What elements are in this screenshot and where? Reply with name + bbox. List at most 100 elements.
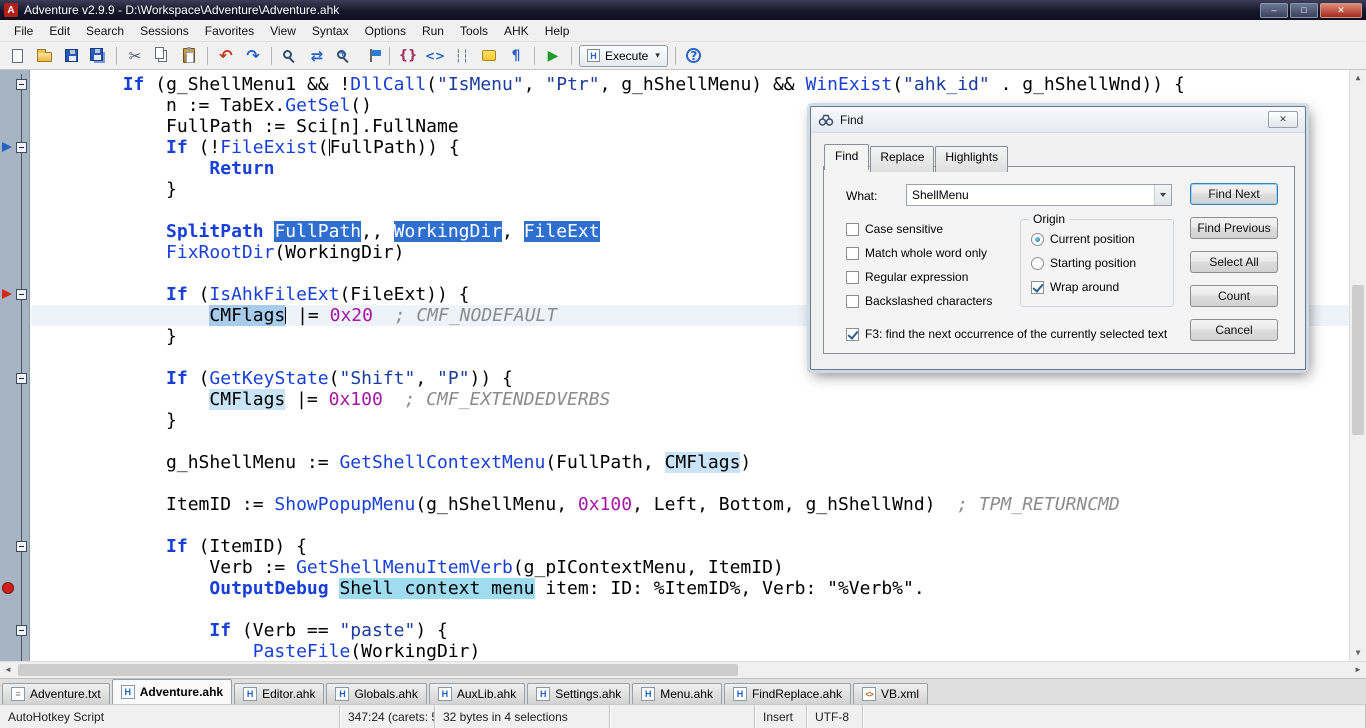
chevron-down-icon[interactable]: ▾ — [655, 50, 660, 61]
cut-button[interactable]: ✂ — [122, 44, 148, 68]
dialog-tab-find[interactable]: Find — [824, 144, 869, 170]
scroll-down-icon[interactable]: ▼ — [1350, 645, 1366, 661]
html-tags-button[interactable]: <> — [422, 44, 448, 68]
radio-current-position[interactable]: Current position — [1031, 232, 1136, 246]
code-line[interactable]: } — [0, 410, 1349, 431]
file-tab-settings-ahk[interactable]: HSettings.ahk — [527, 683, 630, 704]
line-gutter[interactable] — [0, 515, 31, 536]
execute-button[interactable]: HExecute▾ — [579, 45, 668, 67]
file-tab-adventure-ahk[interactable]: HAdventure.ahk — [112, 679, 232, 704]
radio-starting-position[interactable]: Starting position — [1031, 256, 1136, 270]
line-gutter[interactable] — [0, 452, 31, 473]
dialog-tab-replace[interactable]: Replace — [870, 146, 934, 172]
checkbox-match-whole-word-only[interactable]: Match whole word only — [846, 246, 992, 260]
menu-item-sessions[interactable]: Sessions — [132, 21, 197, 41]
redo-button[interactable]: ↷ — [240, 44, 266, 68]
horizontal-scroll-thumb[interactable] — [18, 664, 738, 676]
line-gutter[interactable] — [0, 473, 31, 494]
menu-item-syntax[interactable]: Syntax — [304, 21, 357, 41]
line-gutter[interactable] — [0, 620, 31, 641]
checkbox-wrap-around[interactable]: Wrap around — [1031, 280, 1136, 294]
menu-item-search[interactable]: Search — [78, 21, 132, 41]
dialog-tab-highlights[interactable]: Highlights — [935, 146, 1008, 172]
line-gutter[interactable] — [0, 158, 31, 179]
menu-item-favorites[interactable]: Favorites — [197, 21, 262, 41]
block-comment-button[interactable]: {} — [395, 44, 421, 68]
find-next-button[interactable]: Find Next — [1190, 183, 1278, 205]
line-gutter[interactable] — [0, 599, 31, 620]
code-line[interactable] — [0, 431, 1349, 452]
dialog-title-bar[interactable]: Find ✕ — [811, 107, 1305, 133]
menu-item-help[interactable]: Help — [537, 21, 578, 41]
line-gutter[interactable] — [0, 578, 31, 599]
line-gutter[interactable] — [0, 200, 31, 221]
line-gutter[interactable] — [0, 74, 31, 95]
vertical-scrollbar[interactable]: ▲ ▼ — [1349, 70, 1366, 661]
line-gutter[interactable] — [0, 410, 31, 431]
checkbox-backslashed-characters[interactable]: Backslashed characters — [846, 294, 992, 308]
show-whitespace-button[interactable] — [476, 44, 502, 68]
line-gutter[interactable] — [0, 305, 31, 326]
help-button[interactable]: ? — [681, 44, 707, 68]
scroll-left-icon[interactable]: ◄ — [0, 662, 16, 678]
line-gutter[interactable] — [0, 137, 31, 158]
save-file-button[interactable] — [58, 44, 84, 68]
line-gutter[interactable] — [0, 368, 31, 389]
toggle-bookmark-button[interactable] — [358, 44, 384, 68]
code-line[interactable] — [0, 473, 1349, 494]
line-gutter[interactable] — [0, 179, 31, 200]
undo-button[interactable]: ↶ — [213, 44, 239, 68]
find-previous-button[interactable]: Find Previous — [1190, 217, 1278, 239]
fold-toggle-icon[interactable] — [16, 142, 27, 153]
menu-item-run[interactable]: Run — [414, 21, 452, 41]
file-tab-findreplace-ahk[interactable]: HFindReplace.ahk — [724, 683, 851, 704]
line-gutter[interactable] — [0, 431, 31, 452]
fold-toggle-icon[interactable] — [16, 79, 27, 90]
checkbox-case-sensitive[interactable]: Case sensitive — [846, 222, 992, 236]
code-line[interactable]: If (Verb == "paste") { — [0, 620, 1349, 641]
code-line[interactable] — [0, 515, 1349, 536]
code-line[interactable]: g_hShellMenu := GetShellContextMenu(Full… — [0, 452, 1349, 473]
line-gutter[interactable] — [0, 494, 31, 515]
menu-item-options[interactable]: Options — [357, 21, 414, 41]
dialog-close-button[interactable]: ✕ — [1268, 111, 1298, 128]
scroll-right-icon[interactable]: ► — [1350, 662, 1366, 678]
run-button[interactable]: ▶ — [540, 44, 566, 68]
line-gutter[interactable] — [0, 389, 31, 410]
file-tab-globals-ahk[interactable]: HGlobals.ahk — [326, 683, 426, 704]
open-file-button[interactable] — [31, 44, 57, 68]
find-what-combobox[interactable]: ShellMenu — [906, 184, 1172, 206]
title-bar[interactable]: A Adventure v2.9.9 - D:\Workspace\Advent… — [0, 0, 1366, 20]
file-tab-auxlib-ahk[interactable]: HAuxLib.ahk — [429, 683, 525, 704]
menu-item-ahk[interactable]: AHK — [496, 21, 537, 41]
line-gutter[interactable] — [0, 95, 31, 116]
line-gutter[interactable] — [0, 326, 31, 347]
code-line[interactable]: OutputDebug Shell context menu item: ID:… — [0, 578, 1349, 599]
line-gutter[interactable] — [0, 242, 31, 263]
maximize-button[interactable]: □ — [1290, 3, 1318, 18]
vertical-scroll-thumb[interactable] — [1352, 285, 1364, 435]
file-tab-menu-ahk[interactable]: HMenu.ahk — [632, 683, 722, 704]
find-in-files-button[interactable] — [331, 44, 357, 68]
checkbox-regular-expression[interactable]: Regular expression — [846, 270, 992, 284]
minimize-button[interactable]: – — [1260, 3, 1288, 18]
show-eol-button[interactable]: ¶ — [503, 44, 529, 68]
menu-item-edit[interactable]: Edit — [41, 21, 78, 41]
find-button[interactable] — [277, 44, 303, 68]
code-line[interactable]: If (ItemID) { — [0, 536, 1349, 557]
file-tab-vb-xml[interactable]: <>VB.xml — [853, 683, 928, 704]
line-gutter[interactable] — [0, 284, 31, 305]
line-gutter[interactable] — [0, 116, 31, 137]
count-button[interactable]: Count — [1190, 285, 1278, 307]
code-line[interactable]: Verb := GetShellMenuItemVerb(g_pIContext… — [0, 557, 1349, 578]
code-line[interactable]: CMFlags |= 0x100 ; CMF_EXTENDEDVERBS — [0, 389, 1349, 410]
indent-guides-button[interactable]: ┆┆ — [449, 44, 475, 68]
menu-item-view[interactable]: View — [262, 21, 304, 41]
code-line[interactable]: PasteFile(WorkingDir) — [0, 641, 1349, 661]
replace-button[interactable]: ⇄ — [304, 44, 330, 68]
line-gutter[interactable] — [0, 557, 31, 578]
fold-toggle-icon[interactable] — [16, 625, 27, 636]
new-file-button[interactable] — [4, 44, 30, 68]
checkbox-f3-find-the-next-occurrence-of-the-currently-selected-text[interactable]: F3: find the next occurrence of the curr… — [846, 327, 1167, 341]
code-line[interactable]: ItemID := ShowPopupMenu(g_hShellMenu, 0x… — [0, 494, 1349, 515]
